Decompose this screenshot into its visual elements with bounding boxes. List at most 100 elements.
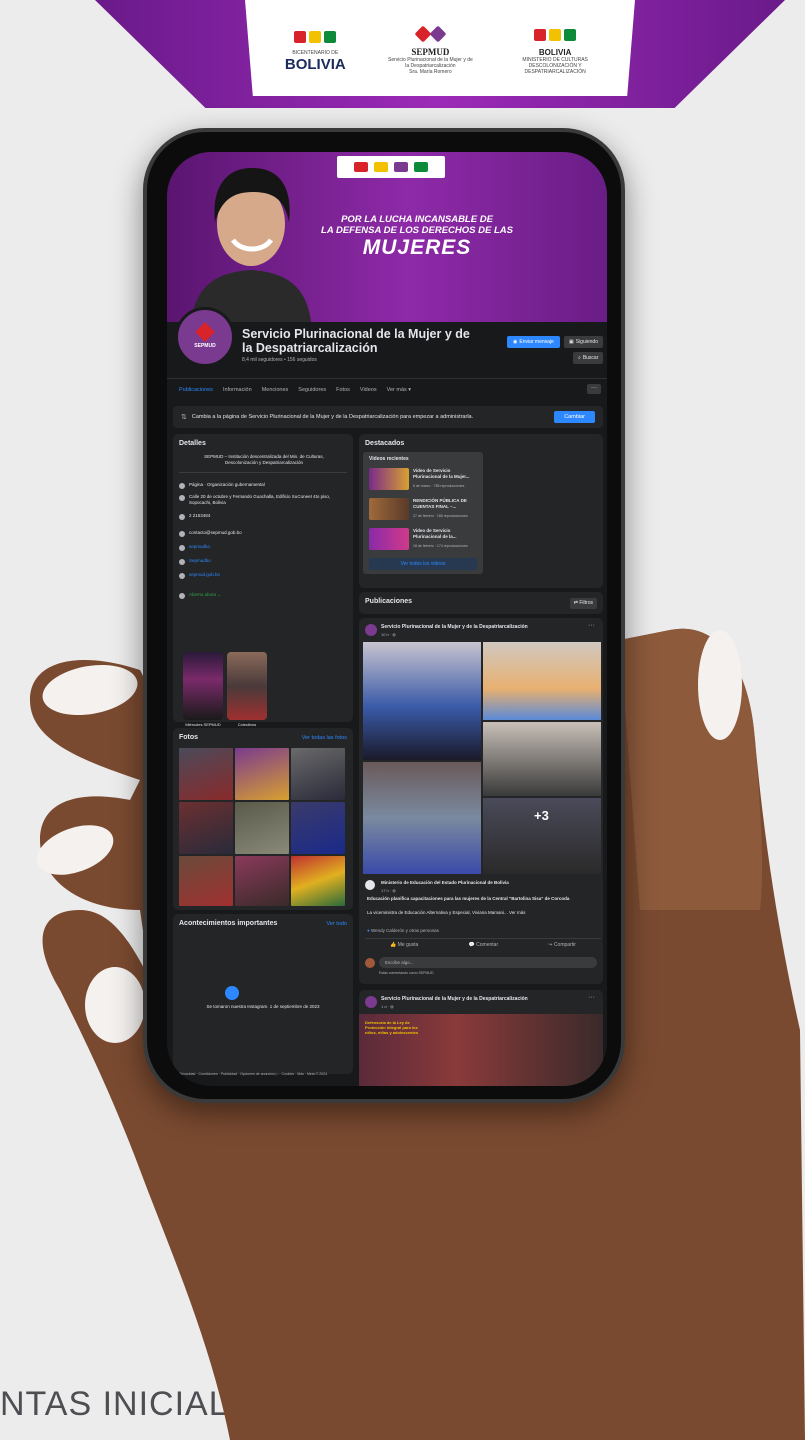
detail-instagram-link[interactable]: sepmudbo [189,544,210,550]
post-image-2[interactable] [483,642,601,720]
video-thumbnail-1[interactable] [369,468,409,490]
shared-author[interactable]: Ministerio de Educación del Estado Pluri… [381,880,509,885]
reel-thumbnail-1[interactable] [183,652,223,720]
tab-ver-mas[interactable]: Ver más ▾ [387,387,411,393]
instagram-event-icon [225,986,239,1000]
post-author-avatar[interactable] [365,624,377,636]
featured-title: Destacados [365,440,405,447]
detail-website-link[interactable]: sepmud.gob.bo [189,572,220,578]
profile-badge: SEPMUD [194,343,216,349]
sepmud-logo: SEPMUD Servicio Plurinacional de la Muje… [385,21,475,75]
post-image-3[interactable] [483,722,601,796]
video-thumbnail-2[interactable] [369,498,409,520]
more-photos-count[interactable]: +3 [534,808,549,823]
search-button[interactable]: ⌕ Buscar [573,352,604,364]
details-description: SEPMUD – Institución descentralizada del… [204,454,324,465]
tab-videos[interactable]: Videos [360,387,377,393]
post-options-icon[interactable]: ··· [588,622,595,629]
reactions-summary[interactable]: ● Wendy Calderón y otras personas [367,928,439,933]
post-image-1[interactable] [363,642,481,760]
photo-thumbnail[interactable] [179,856,233,906]
video-title-1[interactable]: Video de Servicio Plurinacional de la Mu… [413,468,475,479]
detail-address: Calle 20 de octubre y Fernando Guachalla… [179,494,349,506]
cover-logo-strip [337,156,445,178]
globe-icon [179,573,185,579]
detail-email-text[interactable]: contacto@sepmud.gob.bo [189,530,242,536]
post-image[interactable]: Defensoría de la Ley de Protección integ… [359,1014,603,1086]
share-button[interactable]: ↪ Compartir [548,942,576,948]
post-author[interactable]: Servicio Plurinacional de la Mujer y de … [381,996,528,1002]
detail-category: Página · Organización gubernamental [179,482,349,489]
post-options-icon[interactable]: ··· [588,994,595,1001]
tab-fotos[interactable]: Fotos [336,387,350,393]
logo1-line2: BOLIVIA [284,55,346,73]
photo-thumbnail[interactable] [179,748,233,800]
ministerio-logo: BOLIVIA MINISTERIO DE CULTURAS DESCOLONI… [515,22,595,75]
detail-address-text: Calle 20 de octubre y Fernando Guachalla… [189,494,331,505]
see-all-videos-button[interactable]: Ver todos los videos [369,558,477,570]
cover-photo[interactable]: POR LA LUCHA INCANSABLE DE LA DEFENSA DE… [167,152,607,322]
detail-twitter: Sepmudbo [179,558,349,565]
tab-seguidores[interactable]: Seguidores [298,387,326,393]
logo3-sub: MINISTERIO DE CULTURAS DESCOLONIZACIÓN Y… [522,56,588,75]
photo-thumbnail[interactable] [291,856,345,906]
see-all-photos-link[interactable]: Ver todas las fotos [302,735,347,741]
filters-button[interactable]: ⇄ Filtros [569,598,597,609]
more-options-icon[interactable]: ··· [587,384,601,394]
tab-menciones[interactable]: Menciones [262,387,289,393]
detail-hours-text[interactable]: Abierto ahora ⌄ [189,592,221,598]
featured-card: Destacados Videos recientes Video de Ser… [359,434,603,588]
comment-input[interactable]: Escribe algo... [379,957,597,968]
detail-twitter-link[interactable]: Sepmudbo [189,558,211,564]
send-message-button[interactable]: ◉ Enviar mensaje [507,336,560,348]
recent-videos-label: Videos recientes [369,456,409,462]
commenter-avatar [365,958,375,968]
videos-panel: Videos recientes Video de Servicio Pluri… [363,452,483,574]
logo2-sub: Servicio Plurinacional de la Mujer y de … [388,57,473,69]
following-button[interactable]: ▣ Siguiendo [564,336,603,348]
photo-thumbnail[interactable] [291,802,345,854]
photo-thumbnail[interactable] [235,802,289,854]
profile-picture[interactable]: SEPMUD [175,307,235,367]
detail-phone: 2 2153484 [179,513,349,520]
video-title-2[interactable]: RENDICIÓN PÚBLICA DE CUENTAS FINAL –... [413,498,475,509]
page-title: Servicio Plurinacional de la Mujer y de … [242,327,470,355]
shared-body[interactable]: La viceministra de Educación Alternativa… [367,910,592,916]
cover-tagline-line2: LA DEFENSA DE LOS DERECHOS DE LAS [321,225,513,236]
sponsor-logos: BICENTENARIO DE BOLIVIA SEPMUD Servicio … [245,0,635,96]
reel-thumbnail-2[interactable] [227,652,267,720]
video-title-3[interactable]: Video de Servicio Plurinacional de la... [413,528,475,539]
post-image-4[interactable] [363,762,481,874]
photo-thumbnail[interactable] [235,748,289,800]
post-time[interactable]: 1 d · ◍ [381,1004,394,1009]
photo-thumbnail[interactable] [179,802,233,854]
shared-author-avatar[interactable] [365,880,375,890]
post-author[interactable]: Servicio Plurinacional de la Mujer y de … [381,624,528,630]
cover-tagline-big: MUJERES [362,236,472,259]
phone-frame: POR LA LUCHA INCANSABLE DE LA DEFENSA DE… [143,128,625,1103]
follower-count[interactable]: 8,4 mil seguidores • 156 seguidos [242,357,317,363]
tab-informacion[interactable]: Información [223,387,252,393]
video-thumbnail-3[interactable] [369,528,409,550]
reel-caption-2: Colectivos [237,722,257,727]
twitter-icon [179,559,185,565]
logo2-title: SEPMUD [411,47,450,57]
phone-icon [179,514,185,520]
switch-button[interactable]: Cambiar [554,411,595,423]
like-button[interactable]: 👍 Me gusta [390,942,418,948]
photo-thumbnail[interactable] [235,856,289,906]
event-text: Se tomaron nuestra Instagram. 1 de septi… [206,1004,320,1009]
see-all-events-link[interactable]: Ver todo [327,921,348,927]
footer-links[interactable]: Privacidad · Condiciones · Publicidad · … [179,1072,359,1076]
photo-thumbnail[interactable] [291,748,345,800]
share-label: Compartir [553,942,576,948]
post-actions: 👍 Me gusta 💬 Comentar ↪ Compartir [365,938,601,948]
tab-publicaciones[interactable]: Publicaciones [179,387,213,393]
switch-icon: ⇅ [181,414,187,421]
reactions-text: Wendy Calderón y otras personas [370,928,439,933]
post-author-avatar[interactable] [365,996,377,1008]
shared-headline: Educación planifica capacitaciones para … [367,896,570,901]
comment-button[interactable]: 💬 Comentar [469,942,499,948]
post-time[interactable]: 10 h · ◍ [381,632,396,637]
shared-time: 17 h · ◍ [381,888,396,893]
